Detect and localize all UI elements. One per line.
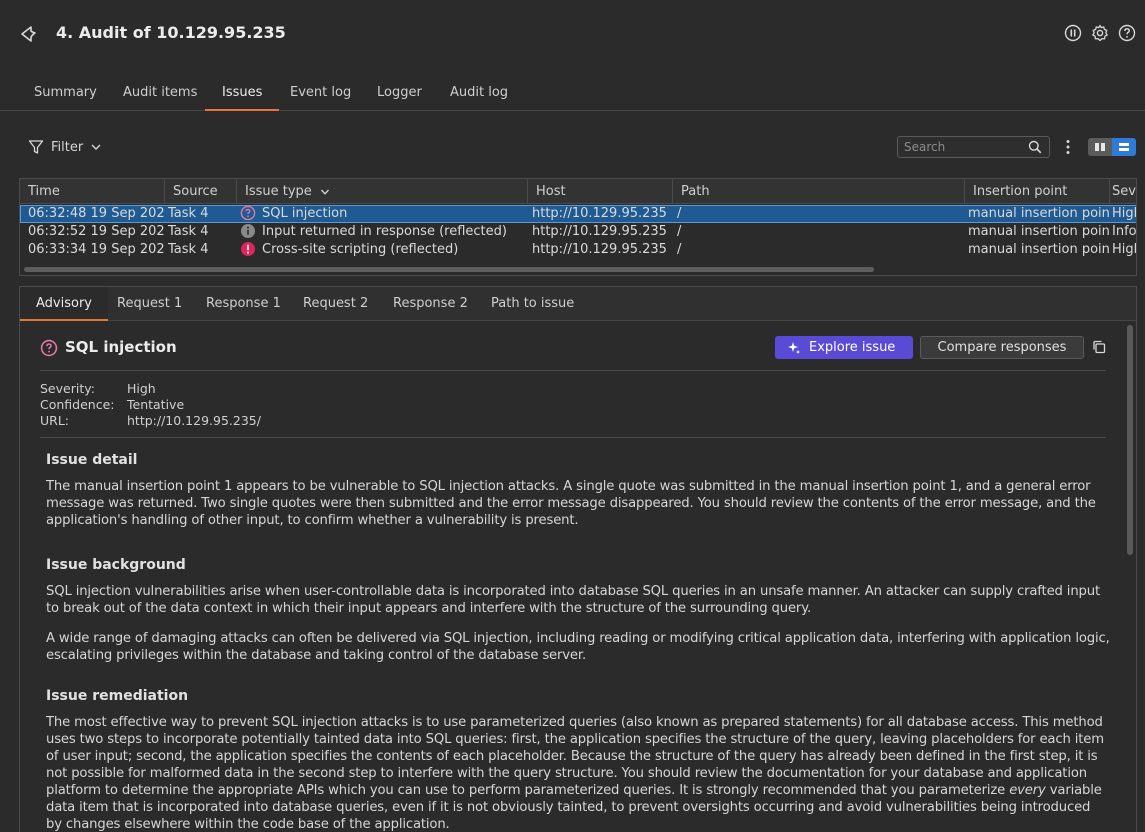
issues-table: Time Source Issue type Host Path Inserti… [19,178,1137,276]
back-icon[interactable] [18,24,38,44]
main-tab-bar: Summary Audit items Issues Event log Log… [0,81,1145,111]
issue-background-heading: Issue background [46,557,186,573]
search-box [897,136,1050,158]
tab-audit-items[interactable]: Audit items [106,81,214,111]
split-horizontal-icon[interactable] [1112,138,1136,156]
remediation-text-part: The most effective way to prevent SQL in… [46,715,1104,798]
col-path[interactable]: Path [673,179,965,204]
confidence-label: Confidence: [40,397,115,412]
issue-remediation-text: The most effective way to prevent SQL in… [46,714,1110,832]
confidence-value: Tentative [127,397,185,412]
tab-request-1[interactable]: Request 1 [101,287,198,321]
issue-detail-text: The manual insertion point 1 appears to … [46,479,1096,528]
page-title: 4. Audit of 10.129.95.235 [56,23,286,42]
chevron-down-icon [90,141,102,153]
cell-host: http://10.129.95.235 [532,224,667,239]
sparkle-icon [787,341,801,355]
issue-type-label: Cross-site scripting (reflected) [262,242,459,257]
divider [40,370,1106,371]
issue-type-label: Input returned in response (reflected) [262,224,507,239]
cell-severity: Infor [1112,224,1137,239]
tab-audit-log[interactable]: Audit log [433,81,525,111]
issue-remediation-heading: Issue remediation [46,688,189,704]
issue-detail-panel: Advisory Request 1 Response 1 Request 2 … [19,286,1137,832]
cell-insertion-point: manual insertion point 1 [968,224,1110,239]
cell-path: / [677,206,682,221]
explore-issue-label: Explore issue [809,340,896,355]
tab-advisory[interactable]: Advisory [20,287,108,321]
cell-source: Task 4 [168,206,209,221]
tab-event-log[interactable]: Event log [273,81,368,111]
vertical-scrollbar[interactable] [1127,325,1133,555]
cell-severity: High [1112,206,1136,221]
remediation-emphasis: every [1009,783,1046,798]
tab-path-to-issue[interactable]: Path to issue [475,287,590,321]
search-input[interactable] [904,137,1024,157]
cell-severity: High [1112,242,1136,257]
compare-responses-button[interactable]: Compare responses [920,336,1084,359]
tab-summary[interactable]: Summary [17,81,114,111]
more-options-icon[interactable] [1062,138,1074,156]
issue-detail-heading: Issue detail [46,452,138,468]
info-icon [240,223,256,239]
tab-response-1[interactable]: Response 1 [190,287,297,321]
copy-icon[interactable] [1091,339,1107,355]
detail-tab-bar: Advisory Request 1 Response 1 Request 2 … [20,287,1136,321]
cell-issue-type: SQL injection [232,205,528,223]
severity-label: Severity: [40,381,95,396]
col-time[interactable]: Time [20,179,165,204]
table-row[interactable]: 06:32:52 19 Sep 2026 Task 4 Input return… [20,223,1137,241]
severity-value: High [127,381,156,396]
table-header: Time Source Issue type Host Path Inserti… [20,179,1136,204]
tab-response-2[interactable]: Response 2 [377,287,484,321]
cell-issue-type: Cross-site scripting (reflected) [232,241,528,259]
cell-host: http://10.129.95.235 [532,242,667,257]
horizontal-scrollbar[interactable] [24,267,874,272]
cell-insertion-point: manual insertion point 1 [968,206,1110,221]
issue-background-text-2: A wide range of damaging attacks can oft… [46,631,1110,663]
explore-issue-button[interactable]: Explore issue [775,336,913,359]
col-issue-type[interactable]: Issue type [237,179,528,204]
table-row[interactable]: 06:33:34 19 Sep 2026 Task 4 Cross-site s… [20,241,1136,259]
cell-time: 06:32:48 19 Sep 2026 [28,206,165,221]
search-icon[interactable] [1028,140,1042,154]
layout-toggle [1088,138,1136,156]
table-row[interactable]: 06:32:48 19 Sep 2026 Task 4 SQL injectio… [20,205,1136,223]
sort-chevron-icon [320,187,330,197]
filter-label: Filter [51,139,84,155]
issue-background-text: SQL injection vulnerabilities arise when… [46,584,1100,616]
col-issue-type-label: Issue type [245,184,312,199]
help-icon[interactable] [1118,24,1136,42]
pause-icon[interactable] [1064,24,1082,42]
url-value: http://10.129.95.235/ [127,413,261,428]
cell-path: / [677,224,682,239]
cell-source: Task 4 [168,242,209,257]
col-host[interactable]: Host [528,179,673,204]
filter-button[interactable]: Filter [28,137,102,157]
question-icon [40,339,58,357]
cell-issue-type: Input returned in response (reflected) [232,223,528,241]
cell-insertion-point: manual insertion point 1 [968,242,1110,257]
cell-time: 06:33:34 19 Sep 2026 [28,242,165,257]
col-source[interactable]: Source [165,179,237,204]
alert-icon [240,241,256,257]
issue-title: SQL injection [65,338,177,356]
tab-issues[interactable]: Issues [205,81,280,111]
cell-source: Task 4 [168,224,209,239]
cell-path: / [677,242,682,257]
split-vertical-icon[interactable] [1088,138,1112,156]
filter-icon [28,139,44,155]
question-icon [240,205,256,221]
col-insertion-point[interactable]: Insertion point [965,179,1110,204]
tab-request-2[interactable]: Request 2 [287,287,384,321]
url-label: URL: [40,413,70,428]
divider [40,437,1106,438]
issue-type-label: SQL injection [262,206,348,221]
cell-host: http://10.129.95.235 [532,206,667,221]
cell-time: 06:32:52 19 Sep 2026 [28,224,165,239]
col-severity[interactable]: Seve [1110,179,1136,204]
tab-logger[interactable]: Logger [360,81,439,111]
gear-icon[interactable] [1091,24,1109,42]
